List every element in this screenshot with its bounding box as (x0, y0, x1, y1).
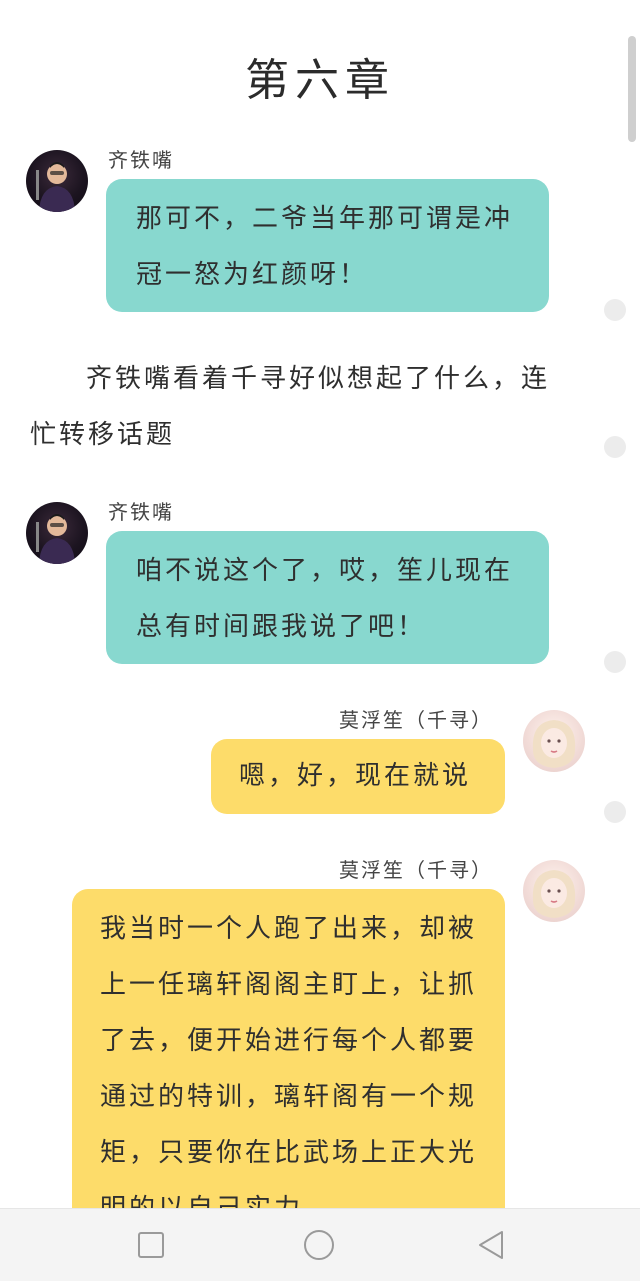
person-icon (532, 870, 576, 918)
indicator-dot (604, 651, 626, 673)
back-icon (479, 1231, 503, 1259)
indicator-dot (604, 299, 626, 321)
recent-apps-button[interactable] (134, 1228, 168, 1262)
navigation-bar (0, 1208, 640, 1281)
indicator-dot (604, 801, 626, 823)
avatar[interactable] (26, 502, 88, 564)
avatar[interactable] (523, 710, 585, 772)
person-icon (36, 162, 75, 212)
speaker-name: 莫浮笙（千寻） (339, 858, 493, 882)
chat-bubble: 嗯，好，现在就说 (211, 739, 505, 814)
chat-bubble: 咱不说这个了，哎，笙儿现在总有时间跟我说了吧！ (106, 531, 549, 664)
chat-bubble: 我当时一个人跑了出来，却被上一任璃轩阁阁主盯上，让抓了去，便开始进行每个人都要通… (72, 889, 505, 1249)
speaker-name: 莫浮笙（千寻） (339, 708, 493, 732)
narration-text: 齐铁嘴看着千寻好似想起了什么，连忙转移话题 (30, 364, 551, 450)
back-button[interactable] (474, 1228, 508, 1262)
avatar[interactable] (523, 860, 585, 922)
chat-bubble: 那可不，二爷当年那可谓是冲冠一怒为红颜呀！ (106, 179, 549, 312)
speaker-name: 齐铁嘴 (108, 500, 174, 524)
home-icon (304, 1230, 334, 1260)
chapter-title: 第六章 (245, 55, 395, 106)
home-button[interactable] (302, 1228, 336, 1262)
speaker-name: 齐铁嘴 (108, 148, 174, 172)
avatar[interactable] (26, 150, 88, 212)
recent-apps-icon (138, 1232, 164, 1258)
person-icon (36, 514, 75, 564)
person-icon (532, 720, 576, 768)
scrollbar[interactable] (628, 36, 636, 142)
indicator-dot (604, 436, 626, 458)
